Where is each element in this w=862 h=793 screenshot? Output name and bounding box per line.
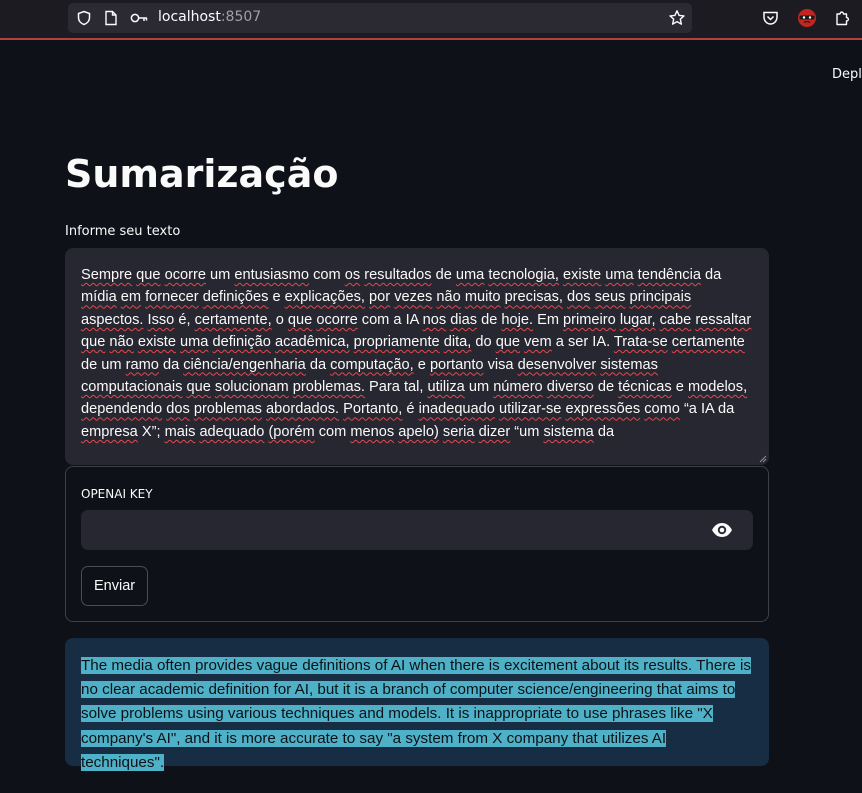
address-bar[interactable]: localhost:8507 <box>68 3 692 33</box>
text-input-value: Sempre que ocorre um entusiasmo com os r… <box>81 267 752 440</box>
loading-bar <box>0 38 862 40</box>
page-icon[interactable] <box>104 10 118 26</box>
key-input-label: OPENAI KEY <box>81 487 153 501</box>
text-input[interactable]: Sempre que ocorre um entusiasmo com os r… <box>65 248 769 465</box>
shield-icon[interactable] <box>76 10 92 26</box>
url-port: :8507 <box>220 9 262 25</box>
show-password-icon[interactable] <box>711 520 733 544</box>
extensions-icon[interactable] <box>834 9 851 27</box>
summary-text: The media often provides vague definitio… <box>81 654 753 775</box>
page-title: Sumarização <box>65 152 339 196</box>
openai-key-input[interactable] <box>81 510 753 550</box>
result-box: The media often provides vague definitio… <box>65 638 769 771</box>
deploy-button[interactable]: Deplo <box>832 67 862 82</box>
url-text[interactable]: localhost:8507 <box>158 9 261 25</box>
browser-toolbar: localhost:8507 <box>0 0 862 38</box>
submit-button[interactable]: Enviar <box>81 566 149 606</box>
key-form: OPENAI KEY Enviar <box>65 466 769 622</box>
avatar-icon[interactable] <box>797 8 817 28</box>
text-input-label: Informe seu texto <box>65 224 181 239</box>
key-icon[interactable] <box>130 11 148 25</box>
url-host: localhost <box>158 9 221 25</box>
star-icon[interactable] <box>668 9 686 27</box>
summary-selection: The media often provides vague definitio… <box>81 657 752 771</box>
pocket-icon[interactable] <box>762 10 779 26</box>
resize-handle-icon[interactable] <box>759 455 767 463</box>
